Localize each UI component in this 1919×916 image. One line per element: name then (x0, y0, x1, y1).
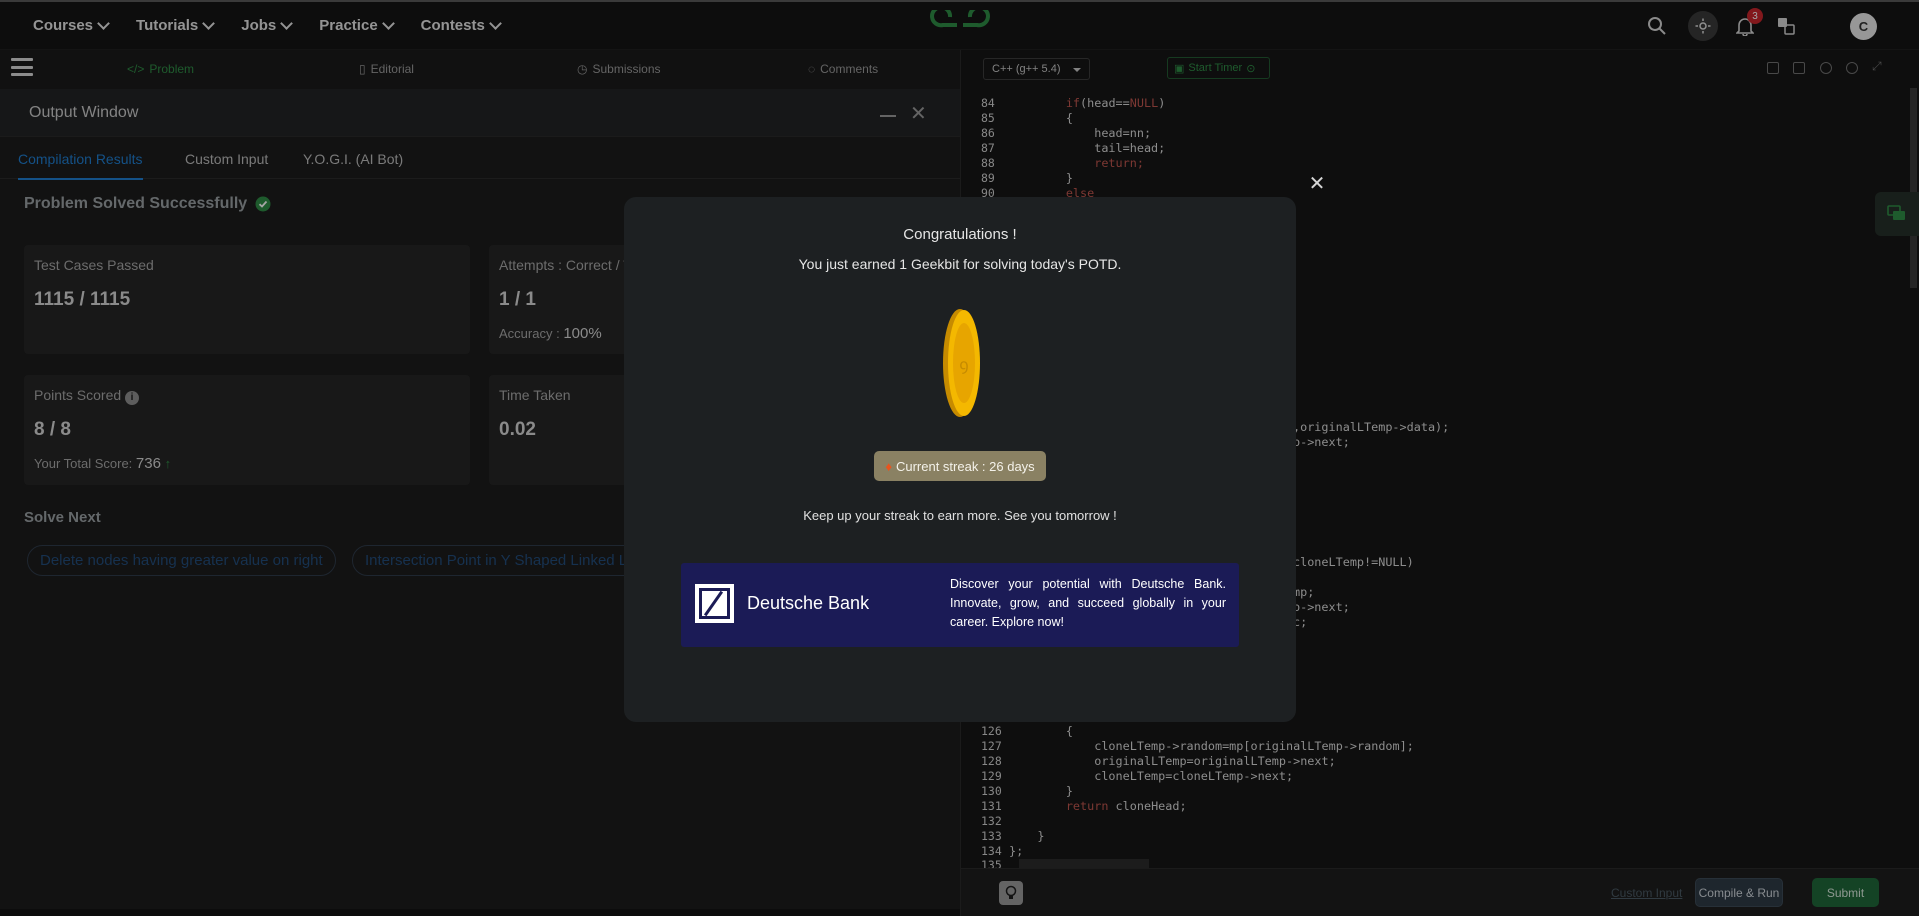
modal-earned-text: You just earned 1 Geekbit for solving to… (798, 256, 1122, 272)
svg-text:ꝯ: ꝯ (959, 355, 968, 374)
modal-title: Congratulations ! (903, 226, 1017, 243)
deutsche-bank-logo (695, 584, 734, 623)
fire-icon: ♦ (885, 458, 892, 474)
geekbit-coin-icon: ꝯ (936, 307, 984, 424)
ad-brand-name: Deutsche Bank (747, 593, 870, 613)
deutsche-bank-ad[interactable]: Deutsche Bank Discover your potential wi… (681, 563, 1239, 647)
page: Courses Tutorials Jobs Practice Contests… (0, 0, 1919, 916)
congratulations-modal: Congratulations ! You just earned 1 Geek… (624, 197, 1296, 722)
ad-text: Discover your potential with Deutsche Ba… (950, 577, 1226, 629)
close-icon[interactable]: ✕ (1306, 172, 1328, 195)
streak-text: Current streak : 26 days (895, 458, 1035, 474)
streak-badge: ♦ Current streak : 26 days (874, 451, 1046, 481)
keep-up-text: Keep up your streak to earn more. See yo… (803, 508, 1117, 523)
